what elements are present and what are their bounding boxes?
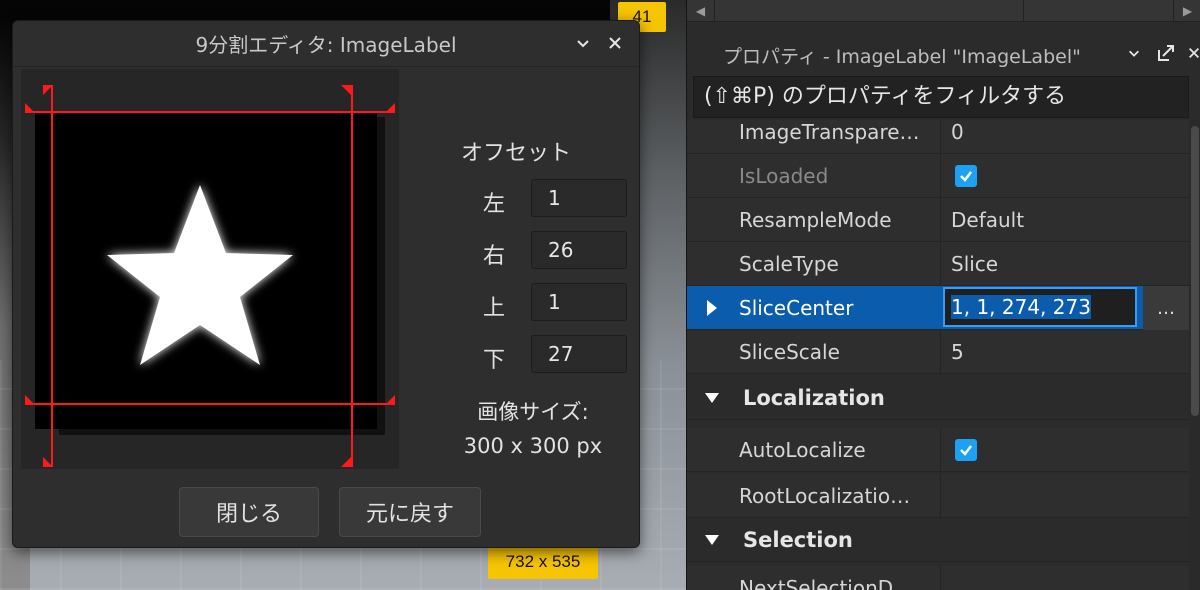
property-list: ImageTranspare… 0 IsLoaded ResampleMode … [687, 120, 1200, 590]
scrollbar-thumb[interactable] [1191, 126, 1199, 416]
guide-handle[interactable] [385, 395, 395, 405]
revert-button[interactable]: 元に戻す [339, 487, 481, 537]
size-badge: 732 x 535 [488, 545, 598, 579]
offset-left-input[interactable]: 1 [531, 179, 627, 217]
ellipsis-button[interactable]: … [1143, 286, 1189, 330]
property-name: AutoLocalize [739, 438, 866, 462]
offset-label-bottom: 下 [483, 348, 506, 373]
offset-bottom-input[interactable]: 27 [531, 335, 627, 373]
autolocalize-checkbox[interactable] [955, 439, 977, 461]
slicecenter-edit-input[interactable]: 1, 1, 274, 273 [943, 287, 1137, 327]
guide-handle[interactable] [385, 103, 395, 113]
viewport-top-strip [0, 0, 610, 20]
guide-handle[interactable] [43, 457, 53, 467]
top-slice-guide[interactable] [25, 111, 395, 113]
selected-text: 1, 1, 274, 273 [951, 295, 1091, 319]
offset-top-input[interactable]: 1 [531, 283, 627, 321]
property-row-selected[interactable]: SliceCenter 1, 1, 274, 273 … [687, 286, 1189, 330]
property-row[interactable]: IsLoaded [687, 154, 1189, 198]
scroll-right-icon[interactable]: ▶ [1173, 0, 1200, 22]
guide-handle[interactable] [25, 103, 35, 113]
collapse-arrow-icon[interactable] [705, 535, 719, 545]
offset-row-top: 上 1 [433, 283, 633, 323]
scroll-left-icon[interactable]: ◀ [687, 0, 715, 22]
offset-label-right: 右 [483, 244, 506, 269]
star-icon [107, 185, 293, 365]
property-name: SliceScale [739, 340, 840, 364]
property-filter-input[interactable]: (⇧⌘P) のプロパティをフィルタする [693, 76, 1189, 118]
property-name: NextSelectionD… [739, 576, 914, 590]
section-selection[interactable]: Selection [687, 518, 1189, 562]
offset-label-top: 上 [483, 296, 506, 321]
close-icon[interactable] [601, 29, 629, 57]
property-name: IsLoaded [739, 164, 829, 188]
star-image [107, 185, 293, 365]
guide-handle[interactable] [341, 85, 351, 95]
image-size-label: 画像サイズ: [477, 400, 589, 424]
vertical-scrollbar[interactable] [1189, 120, 1200, 590]
property-row[interactable]: ImageTranspare… 0 [687, 120, 1189, 154]
preview-image [35, 111, 365, 429]
property-value[interactable]: 0 [951, 120, 964, 154]
expand-arrow-icon[interactable] [707, 300, 717, 316]
property-row[interactable]: SliceScale 5 [687, 330, 1189, 374]
checkmark-icon [960, 171, 972, 182]
offsets-title: オフセット [461, 141, 572, 166]
offset-row-bottom: 下 27 [433, 335, 633, 375]
image-size-info: 画像サイズ: 300 x 300 px [433, 395, 633, 463]
property-name: RootLocalizatio… [739, 484, 911, 508]
horizontal-scrollbar[interactable]: ◀ ▶ [687, 0, 1200, 22]
property-value[interactable]: Default [951, 198, 1024, 242]
properties-panel: ◀ ▶ プロパティ - ImageLabel "ImageLabel" (⇧⌘P… [686, 0, 1200, 590]
collapse-arrow-icon[interactable] [705, 393, 719, 403]
section-localization[interactable]: Localization [687, 376, 1189, 420]
offset-label-left: 左 [483, 192, 506, 217]
section-title: Selection [743, 528, 853, 552]
offset-row-left: 左 1 [433, 179, 633, 219]
close-icon[interactable] [1181, 40, 1200, 66]
panel-title: プロパティ - ImageLabel "ImageLabel" [723, 46, 1081, 68]
property-row[interactable]: AutoLocalize [687, 428, 1189, 472]
property-name: ResampleMode [739, 208, 892, 232]
close-button[interactable]: 閉じる [179, 487, 319, 537]
property-name: ScaleType [739, 252, 839, 276]
guide-handle[interactable] [43, 85, 53, 95]
left-slice-guide[interactable] [51, 85, 53, 467]
isloaded-checkbox [955, 165, 977, 187]
property-name: SliceCenter [739, 296, 854, 320]
right-slice-guide[interactable] [351, 85, 353, 467]
dialog-title: 9分割エディタ: ImageLabel [195, 33, 457, 57]
property-row[interactable]: ScaleType Slice [687, 242, 1189, 286]
property-name: ImageTranspare… [739, 120, 920, 144]
bottom-slice-guide[interactable] [25, 403, 395, 405]
checkmark-icon [960, 445, 972, 456]
chevron-down-icon[interactable] [1121, 40, 1147, 66]
guide-handle[interactable] [341, 457, 351, 467]
property-row[interactable]: RootLocalizatio… [687, 474, 1189, 518]
guide-handle[interactable] [25, 395, 35, 405]
property-value[interactable]: Slice [951, 242, 998, 286]
panel-header: プロパティ - ImageLabel "ImageLabel" [687, 32, 1200, 72]
offset-right-input[interactable]: 26 [531, 231, 627, 269]
undock-icon[interactable] [1153, 40, 1179, 66]
property-value[interactable]: 5 [951, 330, 964, 374]
image-size-value: 300 x 300 px [463, 434, 603, 458]
section-title: Localization [743, 386, 885, 410]
dialog-titlebar[interactable]: 9分割エディタ: ImageLabel [13, 21, 639, 67]
slice-preview [21, 69, 399, 469]
offset-row-right: 右 26 [433, 231, 633, 271]
property-row[interactable]: ResampleMode Default [687, 198, 1189, 242]
chevron-down-icon[interactable] [569, 29, 597, 57]
nine-slice-editor-dialog: 9分割エディタ: ImageLabel オフセット 左 1 右 26 上 1 下… [12, 20, 640, 548]
property-row[interactable]: NextSelectionD… [687, 566, 1189, 590]
